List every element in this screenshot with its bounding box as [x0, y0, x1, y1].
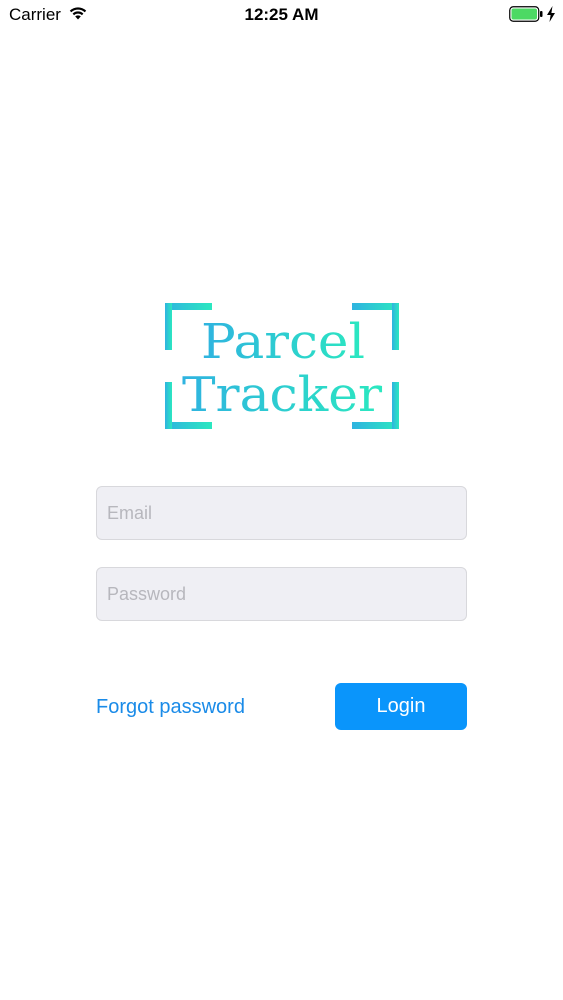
login-screen: Carrier 12:25 AM Parcel Tracker Email Fo… [0, 0, 563, 1000]
password-field[interactable] [96, 567, 467, 621]
charging-bolt-icon [547, 6, 555, 22]
logo-line-1: Parcel [201, 314, 365, 370]
email-field[interactable] [96, 486, 467, 540]
forgot-password-link[interactable]: Forgot password [96, 694, 245, 720]
logo-line-2: Tracker [182, 367, 382, 423]
status-bar: Carrier 12:25 AM [0, 0, 563, 30]
login-button[interactable]: Login [335, 683, 467, 730]
status-time: 12:25 AM [244, 5, 319, 24]
parcel-tracker-logo: Parcel Tracker [165, 303, 399, 429]
battery-icon [509, 6, 543, 22]
